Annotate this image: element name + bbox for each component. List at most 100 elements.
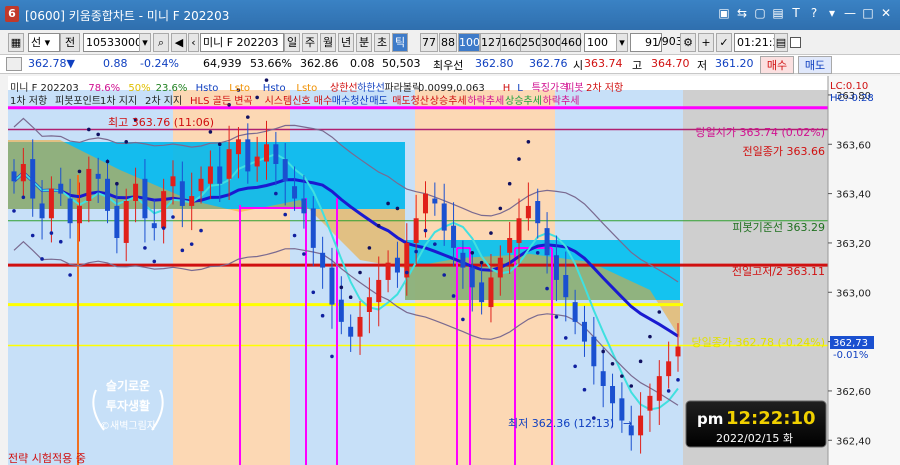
tick-option-88[interactable]: 88 xyxy=(439,33,457,52)
candle-body xyxy=(282,159,288,182)
layout-grid-icon[interactable]: ▦ xyxy=(8,33,24,52)
buy-button[interactable]: 매수 xyxy=(760,56,794,74)
sell-button[interactable]: 매도 xyxy=(798,56,832,74)
minimize-icon[interactable]: — xyxy=(844,5,856,21)
parabolic-dot xyxy=(517,157,521,161)
parabolic-dot xyxy=(58,239,63,244)
price-chart[interactable]: 미니 F 202203 78.6% 50% 23.6% Hsto Lsto Hsto Lsto… xyxy=(0,74,900,465)
candle-body xyxy=(338,299,344,322)
print-icon[interactable]: ▤ xyxy=(772,5,784,21)
candle-body xyxy=(591,336,597,367)
candle-body xyxy=(39,203,45,219)
tick-option-77[interactable]: 77 xyxy=(420,33,438,52)
settings-icon[interactable]: ⚙ xyxy=(680,33,696,52)
period-minute[interactable]: 분 xyxy=(356,33,372,52)
current-price-value: 362,73 xyxy=(833,338,868,349)
candle-body xyxy=(329,267,335,305)
candle-body xyxy=(170,176,176,187)
code-field[interactable]: 10533000 xyxy=(83,33,142,52)
zoom-in-icon[interactable]: + xyxy=(698,33,714,52)
clock-field: 01:21:30 xyxy=(734,33,786,52)
close-icon[interactable]: ✕ xyxy=(880,5,892,21)
candle-body xyxy=(581,321,587,342)
period-second[interactable]: 초 xyxy=(374,33,390,52)
parabolic-dot xyxy=(339,285,344,290)
count-field[interactable]: 100 xyxy=(584,33,618,52)
volume-ratio: 53.66% xyxy=(250,57,292,70)
legend-item: 매수청산 xyxy=(332,95,369,107)
chart-check-icon[interactable]: ✓ xyxy=(716,33,732,52)
candle-body xyxy=(348,326,354,337)
grid-toggle-icon[interactable] xyxy=(6,57,22,71)
candle-body xyxy=(301,198,307,214)
period-month[interactable]: 월 xyxy=(320,33,336,52)
candle-body xyxy=(366,297,372,312)
candle-body xyxy=(460,252,466,268)
options-icon[interactable]: ▤ xyxy=(774,33,788,52)
open-price: 363.74 xyxy=(584,57,623,70)
parabolic-dot xyxy=(526,140,531,144)
parabolic-dot xyxy=(620,374,624,378)
legend-item: 피봇포인트 xyxy=(55,95,101,107)
candle-body xyxy=(535,201,541,224)
candle-body xyxy=(114,205,120,238)
candle-body xyxy=(226,149,232,179)
option-checkbox[interactable] xyxy=(790,37,801,48)
tick-option-127[interactable]: 127 xyxy=(480,33,502,52)
legend-item: 매도 xyxy=(369,95,387,107)
period-week[interactable]: 주 xyxy=(302,33,318,52)
parabolic-dot xyxy=(470,251,475,255)
parabolic-dot xyxy=(601,349,605,354)
candle-body xyxy=(432,198,438,204)
parabolic-dot xyxy=(676,378,680,382)
legend-item: 매도청산 xyxy=(392,95,429,107)
candle-body xyxy=(479,282,485,303)
legend-item: HLS 골든 변곡 xyxy=(190,95,253,107)
parabolic-dot xyxy=(629,384,634,388)
parabolic-dot xyxy=(21,195,26,200)
prev-code-icon[interactable]: ‹ xyxy=(188,33,199,52)
legend-item: 시스템신호 매수 xyxy=(265,95,333,107)
tick-option-460[interactable]: 460 xyxy=(560,33,582,52)
parabolic-dot xyxy=(386,201,390,206)
text-icon[interactable]: T xyxy=(790,5,802,21)
chart-type-select[interactable]: 선 ▾ xyxy=(28,33,60,52)
speaker-icon[interactable]: ◀ xyxy=(171,33,187,52)
legend-item: 하락추세 xyxy=(543,94,580,107)
title-bar: 6 [0600] 키움종합차트 - 미니 F 202203 ▣ ⇆ ▢ ▤ T … xyxy=(0,0,900,30)
link-icon[interactable]: ⇆ xyxy=(736,5,748,21)
parabolic-dot xyxy=(573,364,577,369)
window-list-icon[interactable]: ▣ xyxy=(718,5,730,21)
parabolic-dot xyxy=(124,140,129,144)
maximize-icon[interactable]: □ xyxy=(862,5,874,21)
candle-body xyxy=(123,201,129,243)
lock-icon[interactable]: ▢ xyxy=(754,5,766,21)
count-dropdown-icon[interactable]: ▾ xyxy=(616,33,628,52)
tick-option-100[interactable]: 100 xyxy=(458,33,480,52)
help-icon[interactable]: ? xyxy=(808,5,820,21)
parabolic-dot xyxy=(311,290,316,295)
price-change-pct: -0.24% xyxy=(140,57,179,70)
tick-option-160[interactable]: 160 xyxy=(500,33,522,52)
legend-item: 피봇 xyxy=(565,82,583,94)
chart-area[interactable]: 미니 F 202203 78.6% 50% 23.6% Hsto Lsto Hsto Lsto… xyxy=(0,74,900,465)
parabolic-dot xyxy=(152,259,157,264)
period-day[interactable]: 일 xyxy=(284,33,300,52)
candle-body xyxy=(292,186,298,199)
pin-icon[interactable]: ▾ xyxy=(826,5,838,21)
tick-option-250[interactable]: 250 xyxy=(520,33,542,52)
code-prefix-button[interactable]: 전 xyxy=(60,33,80,52)
tick-option-300[interactable]: 300 xyxy=(540,33,562,52)
pivot-label: 피봇기준선 363.29 xyxy=(732,221,825,234)
legend-item: 1차 지지 xyxy=(100,95,137,107)
clock-date: 2022/02/15 화 xyxy=(716,432,793,445)
parabolic-dot xyxy=(96,132,100,137)
period-year[interactable]: 년 xyxy=(338,33,354,52)
parabolic-dot xyxy=(105,159,110,164)
price-tick-label: 363,40 xyxy=(836,190,871,201)
search-icon[interactable]: ⌕ xyxy=(153,33,169,52)
period-tick[interactable]: 틱 xyxy=(392,33,408,52)
today-close-label: 당일종가 362.78 (-0.24%) xyxy=(692,335,825,349)
code-dropdown-icon[interactable]: ▾ xyxy=(139,33,151,52)
candle-body xyxy=(20,164,26,182)
